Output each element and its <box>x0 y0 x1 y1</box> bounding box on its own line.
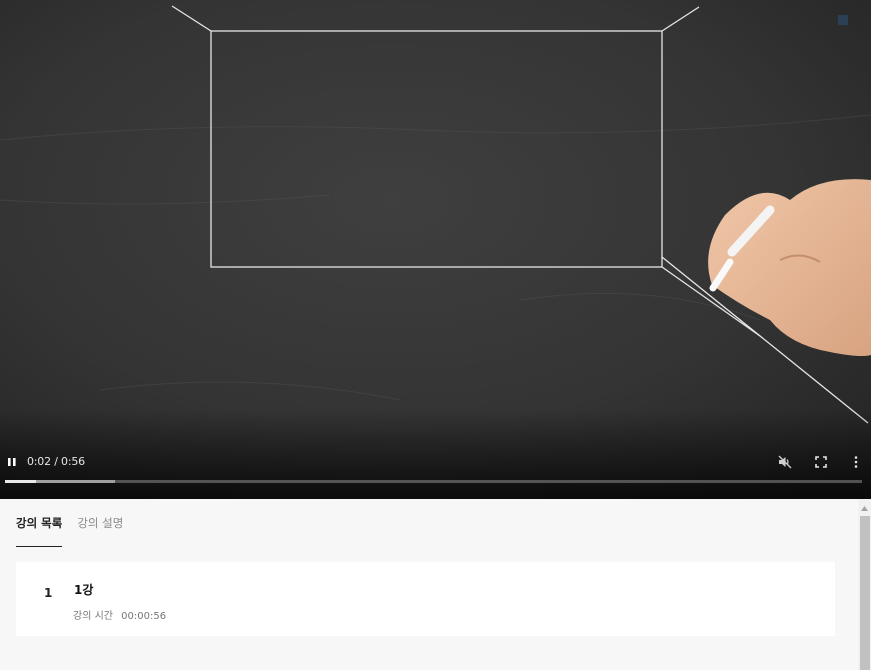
more-options-button[interactable] <box>844 450 868 474</box>
progress-played <box>5 480 36 483</box>
lesson-panel: 강의 목록 강의 설명 1 1강 강의 시간 00:00:56 <box>0 499 858 670</box>
current-time: 0:02 <box>27 455 51 468</box>
fullscreen-button[interactable] <box>809 450 833 474</box>
lesson-list-item[interactable]: 1 1강 강의 시간 00:00:56 <box>16 562 835 636</box>
fullscreen-icon <box>815 456 827 468</box>
lesson-title: 1강 <box>74 583 94 597</box>
scrollbar-thumb[interactable] <box>860 516 870 670</box>
panel-scrollbar[interactable] <box>858 499 871 670</box>
lesson-duration-label: 강의 시간 <box>73 611 113 622</box>
tab-bar: 강의 목록 강의 설명 <box>16 515 138 547</box>
pause-button[interactable] <box>0 450 24 474</box>
lesson-duration: 00:00:56 <box>121 611 167 622</box>
video-player[interactable]: 0:02 / 0:56 <box>0 0 871 499</box>
mute-button[interactable] <box>773 450 797 474</box>
tab-lesson-description[interactable]: 강의 설명 <box>77 515 123 547</box>
lesson-number: 1 <box>44 586 53 600</box>
duration: 0:56 <box>61 455 85 468</box>
scroll-up-button[interactable] <box>858 502 871 514</box>
player-controls: 0:02 / 0:56 <box>0 450 871 474</box>
lesson-meta: 강의 시간 00:00:56 <box>73 607 171 622</box>
scroll-up-arrow-icon <box>861 505 868 511</box>
tab-lesson-list[interactable]: 강의 목록 <box>16 515 63 547</box>
more-vertical-icon <box>854 456 858 468</box>
volume-muted-icon <box>778 455 792 469</box>
time-display: 0:02 / 0:56 <box>27 455 85 468</box>
progress-bar[interactable] <box>5 480 862 483</box>
time-separator: / <box>50 455 62 468</box>
watermark-icon <box>838 15 848 25</box>
pause-icon <box>8 458 16 466</box>
